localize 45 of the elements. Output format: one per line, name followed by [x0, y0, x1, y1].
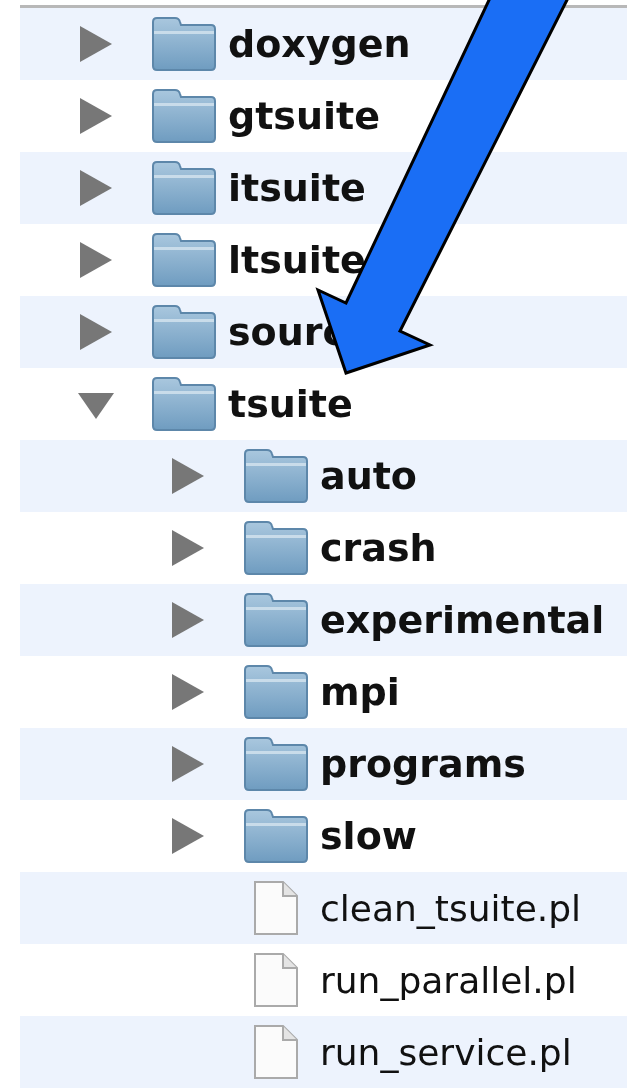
folder-icon [151, 88, 217, 144]
disclosure-triangle-icon[interactable] [78, 26, 114, 62]
document-icon [253, 1024, 299, 1080]
disclosure-triangle-icon[interactable] [170, 674, 206, 710]
disclosure-triangle-icon[interactable] [170, 746, 206, 782]
item-name: slow [320, 814, 417, 858]
folder-icon [243, 808, 309, 864]
item-name: gtsuite [228, 94, 380, 138]
list-row[interactable]: clean_tsuite.pl [20, 872, 627, 944]
folder-icon [151, 16, 217, 72]
disclosure-triangle-icon[interactable] [78, 170, 114, 206]
item-name: ltsuite [228, 238, 366, 282]
disclosure-triangle-icon[interactable] [78, 242, 114, 278]
disclosure-triangle-icon[interactable] [170, 602, 206, 638]
document-icon [253, 880, 299, 936]
list-row[interactable]: run_service.pl [20, 1016, 627, 1088]
item-name: mpi [320, 670, 400, 714]
item-name: auto [320, 454, 417, 498]
disclosure-triangle-icon[interactable] [78, 314, 114, 350]
folder-icon [243, 664, 309, 720]
list-row[interactable]: experimental [20, 584, 627, 656]
item-name: programs [320, 742, 526, 786]
item-name: doxygen [228, 22, 411, 66]
folder-icon [243, 592, 309, 648]
item-name: crash [320, 526, 437, 570]
item-name: run_service.pl [320, 1031, 572, 1073]
document-icon [253, 952, 299, 1008]
disclosure-triangle-icon[interactable] [170, 458, 206, 494]
item-name: tsuite [228, 382, 353, 426]
folder-icon [151, 304, 217, 360]
folder-icon [243, 448, 309, 504]
item-name: itsuite [228, 166, 366, 210]
folder-icon [151, 376, 217, 432]
folder-icon [243, 520, 309, 576]
folder-icon [151, 232, 217, 288]
item-name: run_parallel.pl [320, 959, 577, 1001]
list-row[interactable]: programs [20, 728, 627, 800]
disclosure-triangle-icon[interactable] [78, 98, 114, 134]
disclosure-triangle-icon[interactable] [170, 818, 206, 854]
item-name: clean_tsuite.pl [320, 887, 582, 929]
disclosure-triangle-icon[interactable] [170, 530, 206, 566]
folder-icon [151, 160, 217, 216]
folder-icon [243, 736, 309, 792]
list-row[interactable]: auto [20, 440, 627, 512]
item-name: experimental [320, 598, 605, 642]
